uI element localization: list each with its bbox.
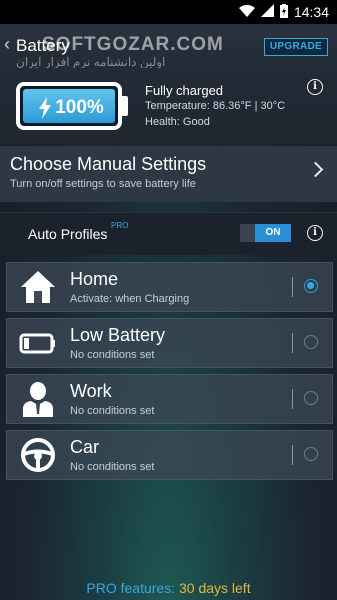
profile-card-work[interactable]: Work No conditions set <box>6 374 333 424</box>
manual-settings-row[interactable]: Choose Manual Settings Turn on/off setti… <box>0 146 337 202</box>
watermark-subtext: اولین دانشنامه نرم افزار ایران <box>16 55 166 69</box>
back-chevron-icon[interactable]: ‹ <box>4 34 10 55</box>
auto-profiles-toggle[interactable]: ON <box>240 224 291 242</box>
battery-status-card: 100% Fully charged Temperature: 86.36°F … <box>0 68 337 144</box>
signal-icon <box>260 4 274 20</box>
lightning-icon <box>38 97 52 119</box>
pro-features-footer[interactable]: PRO features: 30 days left <box>0 580 337 596</box>
days-left: 30 days left <box>178 580 251 596</box>
profile-condition: Activate: when Charging <box>70 293 190 305</box>
profile-radio-car[interactable] <box>304 447 318 461</box>
steering-wheel-icon <box>19 437 57 473</box>
health-readout: Health: Good <box>145 116 210 128</box>
divider <box>292 277 293 297</box>
profile-card-home[interactable]: Home Activate: when Charging <box>6 262 333 312</box>
auto-profiles-label: Auto Profiles <box>28 226 108 242</box>
profile-card-low-battery[interactable]: Low Battery No conditions set <box>6 318 333 368</box>
battery-charging-icon <box>279 3 288 21</box>
pro-features-label: PRO features: <box>86 580 176 596</box>
profile-name: Home <box>70 269 119 289</box>
upgrade-button[interactable]: UPGRADE <box>263 38 328 56</box>
manual-settings-subtitle: Turn on/off settings to save battery lif… <box>10 178 196 190</box>
auto-profiles-row: Auto Profiles PRO ON i <box>0 212 337 255</box>
profile-condition: No conditions set <box>70 461 155 473</box>
profile-radio-work[interactable] <box>304 391 318 405</box>
profile-condition: No conditions set <box>70 405 155 417</box>
profile-name: Work <box>70 381 112 401</box>
watermark-text: SOFTGOZAR.COM <box>42 34 224 55</box>
chevron-right-icon <box>307 161 324 178</box>
profile-radio-home[interactable] <box>304 279 318 293</box>
profile-name: Car <box>70 437 100 457</box>
divider <box>292 333 293 353</box>
battery-info-icon[interactable]: i <box>307 79 323 95</box>
divider <box>292 445 293 465</box>
person-suit-icon <box>19 381 57 417</box>
home-icon <box>19 269 57 305</box>
profile-card-car[interactable]: Car No conditions set <box>6 430 333 480</box>
battery-nub <box>122 96 128 116</box>
divider <box>292 389 293 409</box>
pro-badge: PRO <box>111 221 129 230</box>
auto-profiles-info-icon[interactable]: i <box>307 225 323 241</box>
status-time: 14:34 <box>293 4 329 20</box>
battery-low-icon <box>19 325 57 361</box>
manual-settings-title: Choose Manual Settings <box>10 154 207 174</box>
charge-status: Fully charged <box>145 83 224 98</box>
profile-condition: No conditions set <box>70 349 155 361</box>
toggle-on-label: ON <box>255 224 291 242</box>
wifi-icon <box>238 4 255 20</box>
status-bar: 14:34 <box>0 0 337 24</box>
battery-percent: 100% <box>55 97 104 118</box>
profile-radio-low-battery[interactable] <box>304 335 318 349</box>
temperature-readout: Temperature: 86.36°F | 30°C <box>145 100 286 112</box>
profile-name: Low Battery <box>70 325 166 345</box>
